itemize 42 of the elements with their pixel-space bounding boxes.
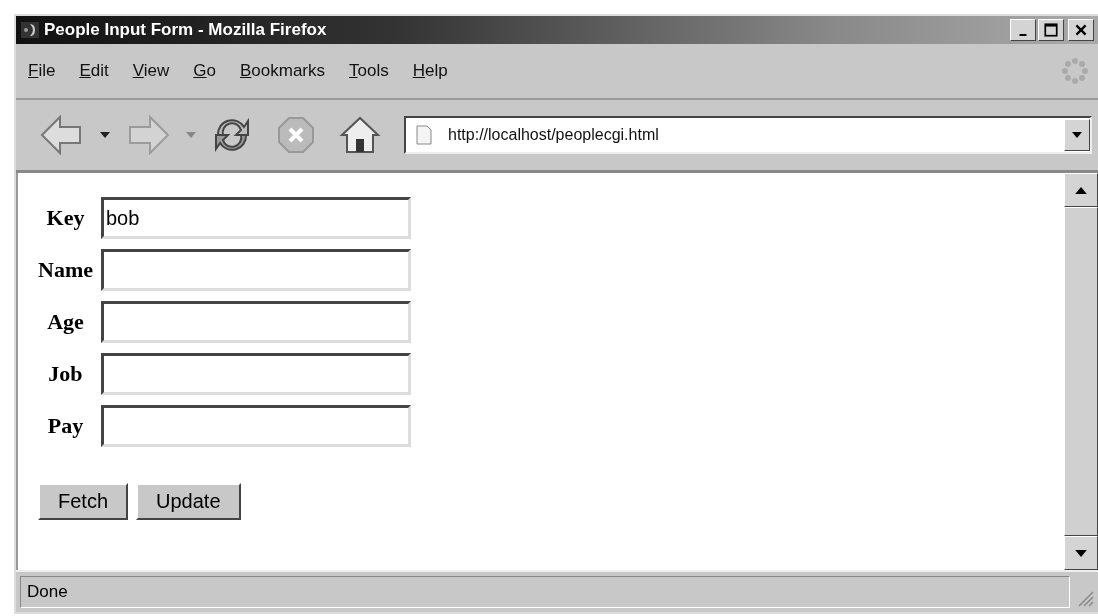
up-arrow-icon — [1075, 186, 1087, 194]
input-field[interactable] — [101, 353, 411, 395]
input-field[interactable]: bob — [101, 197, 411, 239]
field-label: Key — [45, 205, 86, 231]
dropdown-button[interactable] — [1064, 119, 1090, 151]
menu-item[interactable]: View — [132, 59, 170, 83]
scroll-down-button[interactable] — [1064, 536, 1098, 570]
form-button[interactable]: Fetch — [38, 483, 129, 520]
minimize-icon — [1019, 34, 1027, 36]
menu-item[interactable]: File — [28, 59, 56, 83]
menu-item[interactable]: Bookmarks — [240, 59, 325, 83]
maximize-button[interactable] — [1038, 19, 1064, 41]
menu-item[interactable]: Tools — [349, 59, 389, 83]
maximize-icon — [1043, 22, 1059, 38]
scroll-up-button[interactable] — [1064, 173, 1098, 207]
close-button[interactable] — [1068, 19, 1094, 41]
input-field[interactable] — [101, 301, 411, 343]
address-bar[interactable]: http://localhost/peoplecgi.html — [404, 116, 1092, 154]
caret-icon[interactable] — [100, 132, 110, 138]
minimize-button[interactable] — [1010, 19, 1036, 41]
app-icon — [20, 20, 40, 40]
input-field[interactable] — [101, 405, 411, 447]
menu-item[interactable]: Help — [412, 59, 448, 83]
page-icon — [416, 125, 432, 145]
menu-item[interactable]: Edit — [79, 59, 109, 83]
scrollbar[interactable] — [1064, 173, 1098, 570]
caret-icon — [1072, 132, 1082, 138]
throbber-icon — [1060, 56, 1090, 86]
stop-icon[interactable] — [276, 115, 316, 155]
url-text: http://localhost/peoplecgi.html — [448, 126, 660, 144]
down-arrow-icon — [1075, 549, 1087, 557]
input-field[interactable] — [101, 249, 411, 291]
field-label: Pay — [46, 413, 85, 439]
menu-item[interactable]: Go — [193, 59, 216, 83]
field-label: Name — [38, 257, 93, 283]
field-label: Job — [47, 361, 84, 387]
close-icon — [1073, 22, 1089, 38]
status-text: Done — [20, 576, 1070, 608]
window-title: People Input Form - Mozilla Firefox — [44, 20, 328, 40]
form-button[interactable]: Update — [136, 483, 241, 520]
scroll-thumb[interactable] — [1064, 207, 1098, 536]
field-label: Age — [46, 309, 85, 335]
